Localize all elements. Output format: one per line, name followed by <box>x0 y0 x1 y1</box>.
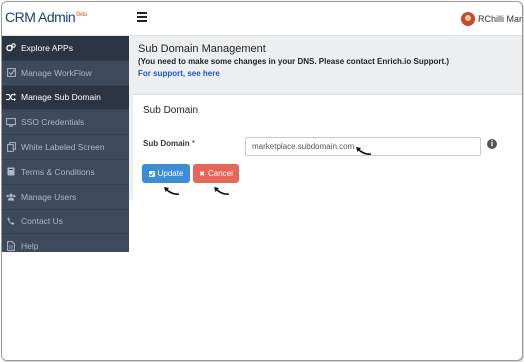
required-marker: * <box>191 139 196 148</box>
users-icon <box>6 192 16 202</box>
brand-logo[interactable]: CRM AdminBeta <box>5 9 87 25</box>
sidebar-item-label: Contact Us <box>21 216 64 227</box>
top-bar: CRM AdminBeta RChilli Marke <box>2 2 522 36</box>
cancel-button-label: Cancel <box>207 169 233 178</box>
desktop-icon <box>6 117 16 127</box>
shuffle-icon <box>6 92 16 102</box>
sidebar-item-label: Manage Sub Domain <box>21 92 101 103</box>
card-title: Sub Domain <box>143 105 199 116</box>
sidebar-item-white-labeled-screen[interactable]: White Labeled Screen <box>2 135 129 160</box>
sidebar-item-sso-credentials[interactable]: SSO Credentials <box>2 110 129 136</box>
annotation-arrow-icon <box>164 187 180 195</box>
menu-toggle-icon[interactable] <box>137 12 147 22</box>
page-title: Sub Domain Management <box>138 43 266 55</box>
annotation-arrow-icon <box>214 187 230 195</box>
sub-domain-label: Sub Domain * <box>143 139 195 148</box>
dns-notice: (You need to make some changes in your D… <box>138 57 450 66</box>
cogs-icon <box>6 43 16 53</box>
book-icon <box>6 167 16 177</box>
copy-icon <box>6 142 16 152</box>
sidebar-item-explore-apps[interactable]: Explore APPs <box>2 36 129 61</box>
support-link[interactable]: For support, see here <box>138 69 220 78</box>
sidebar-item-help[interactable]: Help <box>2 234 129 252</box>
close-icon: ✖ <box>199 170 205 178</box>
annotation-arrow-icon <box>356 147 372 155</box>
sidebar-item-manage-users[interactable]: Manage Users <box>2 185 129 210</box>
sidebar-item-manage-workflow[interactable]: Manage WorkFlow <box>2 61 129 86</box>
cancel-button[interactable]: ✖ Cancel <box>193 164 239 183</box>
blank-area <box>2 252 129 360</box>
update-button[interactable]: Update <box>142 164 190 183</box>
sidebar-item-label: White Labeled Screen <box>21 142 105 153</box>
sidebar-item-label: Manage WorkFlow <box>21 67 92 78</box>
beta-badge: Beta <box>76 12 87 19</box>
sidebar-item-label: Help <box>21 241 39 252</box>
sidebar-item-label: Manage Users <box>21 191 77 202</box>
sidebar-item-label: SSO Credentials <box>21 117 85 128</box>
update-button-label: Update <box>157 169 184 178</box>
sidebar-item-terms-conditions[interactable]: Terms & Conditions <box>2 160 129 185</box>
sidebar-item-contact-us[interactable]: Contact Us <box>2 210 129 235</box>
info-icon[interactable]: i <box>487 139 497 149</box>
checkbox-icon <box>6 68 16 78</box>
sidebar-item-label: Terms & Conditions <box>21 166 95 177</box>
brand-name: CRM Admin <box>5 9 76 25</box>
file-icon <box>6 241 16 252</box>
phone-icon <box>6 216 16 226</box>
app-window: CRM AdminBeta RChilli Marke Explore APPs… <box>1 1 523 361</box>
sidebar-item-label: Explore APPs <box>21 42 73 53</box>
sidebar-item-manage-sub-domain[interactable]: Manage Sub Domain <box>2 85 129 111</box>
sub-domain-label-text: Sub Domain <box>143 139 190 148</box>
avatar[interactable] <box>461 12 475 26</box>
check-square-icon <box>148 170 155 177</box>
user-name[interactable]: RChilli Marke <box>478 14 522 24</box>
sidebar: Explore APPs Manage WorkFlow Manage Sub … <box>2 36 129 252</box>
